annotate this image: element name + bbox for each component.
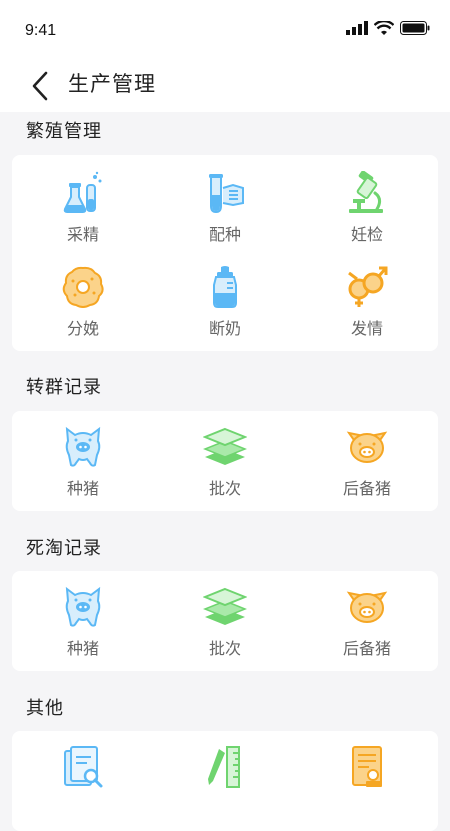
grid-item-gilt[interactable]: 后备猪 — [296, 425, 438, 499]
grid-item-semen-collection[interactable]: 采精 — [12, 171, 154, 245]
status-bar: 9:41 — [0, 0, 450, 60]
grid-item-label: 批次 — [208, 479, 241, 498]
pig-face-icon — [346, 591, 388, 623]
transfer-card: 种猪 批次 后备猪 — [12, 411, 438, 511]
pig-face-icon — [346, 431, 388, 463]
grid-item-label: 断奶 — [208, 319, 241, 338]
grid-item-other-3[interactable] — [296, 745, 438, 795]
wifi-icon — [374, 20, 394, 35]
header: 生产管理 — [0, 60, 450, 112]
section-title-culling: 死淘记录 — [26, 538, 102, 559]
grid-item-label: 批次 — [208, 639, 241, 658]
grid-item-label: 后备猪 — [342, 639, 391, 658]
document-search-icon — [64, 746, 103, 788]
donut-icon — [62, 266, 104, 308]
grid-item-batch[interactable]: 批次 — [154, 585, 296, 659]
certificate-icon — [352, 746, 382, 787]
battery-icon — [400, 21, 430, 35]
page-title: 生产管理 — [68, 72, 156, 96]
section-title-transfer: 转群记录 — [26, 377, 102, 398]
grid-item-label: 种猪 — [66, 639, 99, 658]
grid-item-breeding-pig[interactable]: 种猪 — [12, 425, 154, 499]
baby-bottle-icon — [213, 266, 237, 308]
status-time: 9:41 — [25, 22, 57, 39]
grid-item-label: 妊检 — [350, 225, 383, 244]
grid-item-pregnancy-check[interactable]: 妊检 — [296, 171, 438, 245]
grid-item-breeding-pig[interactable]: 种猪 — [12, 585, 154, 659]
grid-item-weaning[interactable]: 断奶 — [154, 265, 296, 339]
other-card — [12, 731, 438, 831]
grid-item-other-2[interactable] — [154, 745, 296, 795]
grid-item-gilt[interactable]: 后备猪 — [296, 585, 438, 659]
test-tube-icon — [209, 174, 244, 214]
grid-item-estrus[interactable]: 发情 — [296, 265, 438, 339]
grid-item-label: 分娩 — [66, 319, 99, 338]
grid-item-label: 发情 — [350, 319, 383, 338]
grid-item-label: 后备猪 — [342, 479, 391, 498]
breeding-card: 采精 配种 妊检 分娩 断奶 发情 — [12, 155, 438, 351]
culling-card: 种猪 批次 后备猪 — [12, 571, 438, 671]
ruler-pencil-icon — [208, 746, 240, 788]
status-icons — [346, 20, 430, 36]
microscope-icon — [349, 171, 383, 213]
grid-item-other-1[interactable] — [12, 745, 154, 795]
flask-icon — [63, 171, 102, 213]
grid-item-label: 种猪 — [66, 479, 99, 498]
section-title-breeding: 繁殖管理 — [26, 121, 102, 142]
boar-icon — [65, 586, 101, 627]
back-button[interactable] — [22, 66, 58, 106]
chevron-left-icon — [32, 71, 48, 101]
section-title-other: 其他 — [26, 698, 64, 719]
grid-item-batch[interactable]: 批次 — [154, 425, 296, 499]
gender-icon — [348, 266, 388, 307]
grid-item-breeding[interactable]: 配种 — [154, 171, 296, 245]
grid-item-label: 配种 — [208, 225, 241, 244]
grid-item-label: 采精 — [66, 225, 99, 244]
grid-item-farrowing[interactable]: 分娩 — [12, 265, 154, 339]
layers-icon — [203, 587, 247, 625]
boar-icon — [65, 426, 101, 467]
signal-icon — [346, 21, 368, 35]
layers-icon — [203, 427, 247, 465]
